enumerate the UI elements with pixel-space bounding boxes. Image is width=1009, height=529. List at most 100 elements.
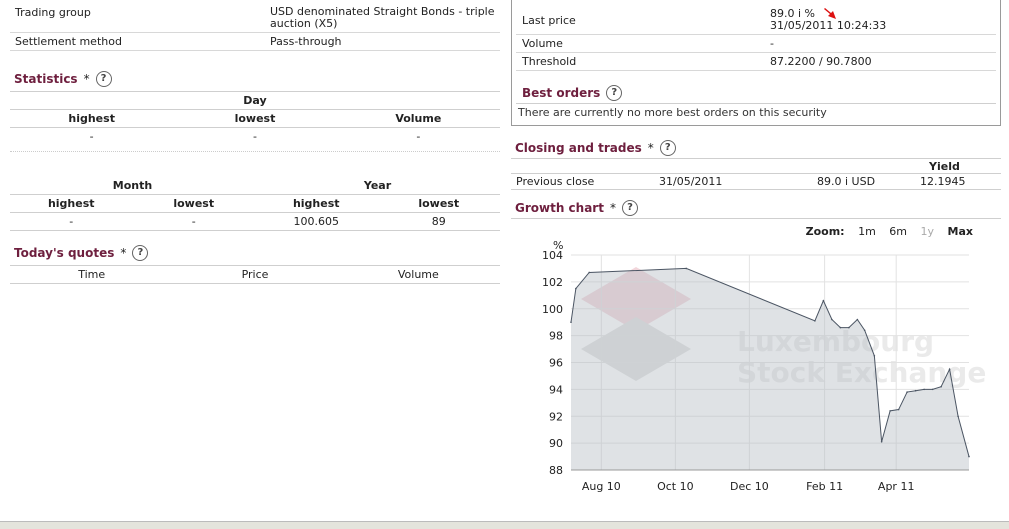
my-value: 89	[431, 215, 446, 228]
yield-header: Yield	[929, 160, 960, 173]
quotes-header: Time	[78, 268, 106, 281]
day-stats-table: Day highest lowest Volume - - -	[10, 92, 500, 145]
data-point	[814, 320, 816, 322]
my-value: -	[191, 215, 196, 228]
data-point	[588, 271, 591, 274]
x-tick-label: Feb 11	[806, 480, 843, 493]
growth-chart-title: Growth chart	[515, 201, 604, 215]
data-point	[948, 368, 951, 371]
info-key: Settlement method	[15, 35, 122, 48]
closing-table: Yield Previous close 31/05/2011 89.0 i U…	[511, 159, 1001, 189]
help-icon[interactable]: ?	[621, 200, 638, 216]
best-orders-title: Best orders	[522, 86, 601, 100]
month-year-value-row: - - 100.605 89	[10, 213, 500, 230]
y-tick-label: 90	[549, 437, 563, 450]
closing-trades-title: Closing and trades	[515, 141, 642, 155]
help-icon[interactable]: ?	[659, 140, 676, 156]
x-tick-label: Apr 11	[878, 480, 915, 493]
data-point	[940, 385, 942, 388]
data-point	[897, 408, 900, 411]
quotes-header: Volume	[397, 268, 439, 281]
y-tick-label: 102	[542, 276, 563, 289]
y-tick-label: 96	[549, 357, 563, 370]
my-header: lowest	[173, 197, 215, 210]
info-key: Trading group	[15, 6, 91, 19]
my-value: 100.605	[293, 215, 340, 228]
data-point	[957, 415, 959, 418]
help-icon[interactable]: ?	[606, 85, 623, 101]
day-value: -	[416, 130, 421, 143]
previous-close-price: 89.0 i USD	[817, 175, 876, 188]
previous-close-date: 31/05/2011	[659, 175, 723, 188]
left-column: Trading group USD denominated Straight B…	[10, 0, 500, 284]
data-point	[848, 326, 850, 329]
previous-close-label: Previous close	[516, 175, 595, 188]
y-tick-label: 100	[542, 303, 563, 316]
last-price-label: Last price	[522, 14, 576, 27]
data-point	[685, 267, 688, 270]
data-point	[923, 388, 925, 391]
data-point	[863, 329, 866, 332]
threshold-label: Threshold	[522, 55, 577, 68]
my-header: highest	[47, 197, 95, 210]
x-tick-label: Dec 10	[730, 480, 769, 493]
previous-close-yield: 12.1945	[920, 175, 966, 188]
day-label: Day	[243, 94, 267, 107]
info-value: Pass-through	[270, 35, 342, 48]
my-value: -	[69, 215, 74, 228]
todays-quotes-title: Today's quotes	[14, 246, 115, 260]
y-tick-label: 98	[549, 330, 563, 343]
growth-chart-header: Growth chart * ?	[511, 198, 1001, 218]
info-value: USD denominated Straight Bonds - triple …	[270, 5, 495, 30]
my-header: highest	[292, 197, 340, 210]
day-header: Volume	[395, 112, 442, 125]
threshold-value: 87.2200 / 90.7800	[770, 55, 872, 68]
data-point	[839, 326, 842, 329]
closing-trades-star: *	[647, 141, 654, 155]
data-point	[889, 410, 891, 412]
data-point	[968, 455, 970, 458]
statistics-title: Statistics	[14, 72, 78, 86]
last-price-time: 31/05/2011 10:24:33	[770, 19, 887, 32]
data-point	[931, 388, 934, 391]
volume-label: Volume	[522, 37, 563, 50]
todays-quotes-header: Today's quotes * ?	[10, 241, 500, 265]
growth-chart: Zoom: 1m 6m 1y Max Luxembourg Stock Exch…	[511, 219, 1001, 509]
statistics-star: *	[83, 72, 90, 86]
statistics-header: Statistics * ?	[10, 67, 500, 91]
quotes-header: Price	[241, 268, 269, 281]
day-value-row: - - -	[10, 128, 500, 145]
help-icon[interactable]: ?	[132, 245, 149, 261]
x-tick-label: Aug 10	[582, 480, 621, 493]
month-year-header-row: highest lowest highest lowest	[10, 195, 500, 212]
right-column: Last price 89.0 i % 31/05/2011 10:24:33 …	[511, 0, 1001, 509]
volume-row: Volume -	[516, 35, 996, 53]
y-tick-label: 92	[549, 410, 563, 423]
general-info-table: Trading group USD denominated Straight B…	[10, 4, 500, 51]
data-point	[873, 354, 876, 357]
best-orders-header: Best orders ?	[516, 83, 996, 103]
growth-chart-svg: Luxembourg Stock Exchange 88909294969810…	[542, 239, 986, 493]
price-box: Last price 89.0 i % 31/05/2011 10:24:33 …	[511, 0, 1001, 126]
month-label: Month	[112, 179, 153, 192]
month-year-stats-table: Month Year highest lowest highest lowest…	[10, 177, 500, 231]
volume-value: -	[770, 37, 774, 50]
day-value: -	[89, 130, 94, 143]
threshold-row: Threshold 87.2200 / 90.7800	[516, 53, 996, 71]
day-value: -	[253, 130, 257, 143]
data-point	[570, 321, 572, 323]
data-point	[906, 391, 908, 393]
help-icon[interactable]: ?	[95, 71, 112, 87]
info-row-trading-group: Trading group USD denominated Straight B…	[10, 4, 500, 33]
data-point	[575, 287, 577, 290]
day-header: highest	[68, 112, 115, 125]
day-header: lowest	[234, 112, 276, 125]
x-tick-label: Oct 10	[657, 480, 694, 493]
closing-trades-header: Closing and trades * ?	[511, 138, 1001, 158]
best-orders-message: There are currently no more best orders …	[518, 106, 827, 119]
my-header: lowest	[418, 197, 460, 210]
data-point	[880, 440, 883, 443]
data-point	[822, 299, 825, 302]
day-header-row: highest lowest Volume	[10, 110, 500, 127]
todays-quotes-star: *	[120, 246, 127, 260]
